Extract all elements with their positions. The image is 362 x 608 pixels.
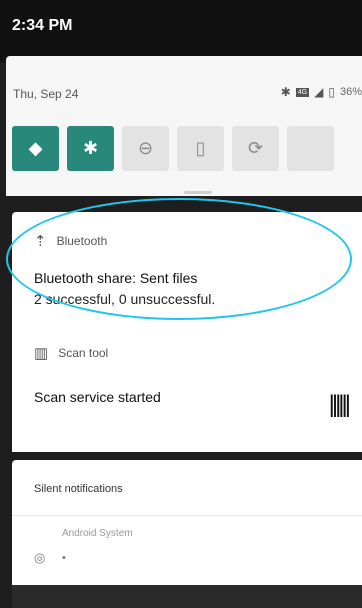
notification-card[interactable]: ⇡ Bluetooth Bluetooth share: Sent files … [12, 212, 362, 452]
battery-percent: 36% [339, 86, 362, 98]
status-bar: 2:34 PM [0, 0, 362, 62]
auto-rotate-tile[interactable]: ⟳ [232, 126, 279, 171]
network-type-icon: 4G [295, 87, 310, 97]
qs-status-icons: ✱ 4G ◢ ▯ 36% [281, 85, 362, 99]
do-not-disturb-icon: ⊖ [137, 138, 154, 158]
upload-icon: ⇡ [34, 233, 47, 250]
barcode-icon: |||||| [328, 391, 351, 418]
battery-icon: ▯ [328, 85, 335, 99]
bottom-strip [12, 585, 362, 608]
do-not-disturb-tile[interactable]: ⊖ [122, 126, 169, 171]
wifi-tile[interactable]: ◆ ? [12, 126, 59, 171]
bluetooth-status-icon: ✱ [280, 85, 291, 99]
bluetooth-app-header: ⇡ Bluetooth [34, 232, 107, 250]
bluetooth-notification-body[interactable]: 2 successful, 0 unsuccessful. [34, 291, 215, 307]
bluetooth-icon: ✱ [82, 138, 99, 158]
android-system-icon: ◎ [34, 550, 46, 565]
drag-handle[interactable] [184, 191, 212, 194]
signal-icon: ◢ [314, 85, 324, 99]
bluetooth-notification-title[interactable]: Bluetooth share: Sent files [34, 270, 197, 286]
qs-date: Thu, Sep 24 [13, 87, 79, 101]
scan-tool-app-header: ▥ Scan tool [34, 344, 108, 362]
scan-tool-icon: ▥ [34, 345, 49, 362]
qs-tiles: ◆ ? ✱ ⊖ ▯ ⟳ [12, 126, 334, 171]
bluetooth-app-name: Bluetooth [56, 234, 108, 248]
scan-tool-app-name: Scan tool [58, 346, 109, 360]
quick-settings-panel[interactable]: Thu, Sep 24 ✱ 4G ◢ ▯ 36% ◆ ? ✱ ⊖ ▯ ⟳ [6, 56, 362, 196]
wifi-unknown-badge: ? [32, 145, 40, 159]
flashlight-icon: ▯ [195, 138, 206, 158]
status-time: 2:34 PM [12, 17, 73, 34]
flashlight-tile[interactable]: ▯ [177, 126, 224, 171]
silent-notifications-card[interactable]: Silent notifications Android System ◎ • [12, 460, 362, 585]
scan-notification-title[interactable]: Scan service started [34, 389, 161, 405]
divider [12, 515, 362, 516]
silent-item-android-system[interactable]: Android System [62, 528, 133, 539]
battery-saver-tile[interactable] [287, 126, 334, 171]
bluetooth-tile[interactable]: ✱ [67, 126, 114, 171]
auto-rotate-icon: ⟳ [247, 138, 264, 158]
separator-dot: • [62, 552, 66, 564]
silent-notifications-header: Silent notifications [34, 483, 123, 495]
